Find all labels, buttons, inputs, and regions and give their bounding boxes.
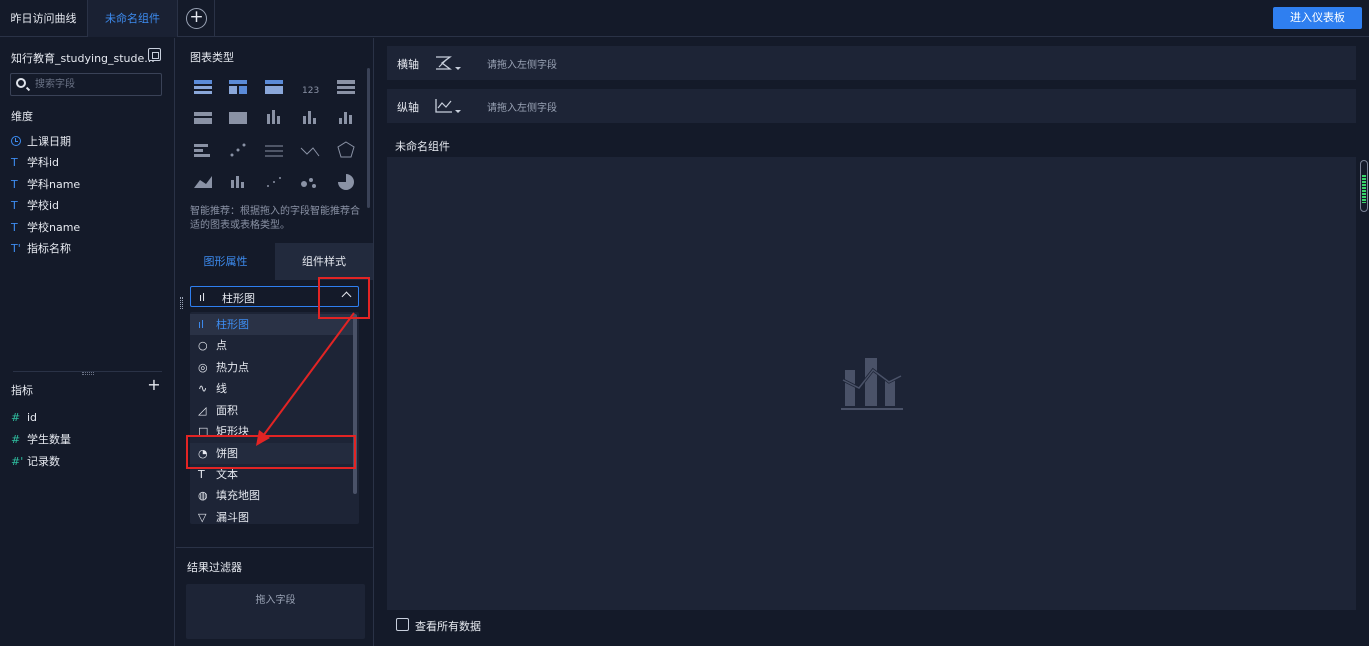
measure-field[interactable]: #' 记录数 <box>11 454 60 470</box>
bubble-icon <box>301 178 316 188</box>
y-axis-placeholder: 请拖入左侧字段 <box>487 103 557 114</box>
funnel-icon: ▽ <box>198 511 207 524</box>
multi-table-icon <box>194 112 212 124</box>
divider <box>176 547 373 548</box>
column-icon <box>339 112 352 124</box>
number-type-icon: #' <box>11 455 24 468</box>
scatter-line-icon <box>230 143 246 157</box>
dropdown-item-funnel[interactable]: ▽ 漏斗图 <box>190 507 354 524</box>
area-line-icon <box>300 147 320 157</box>
search-input[interactable] <box>35 76 155 93</box>
panel-resize-handle[interactable] <box>180 297 183 309</box>
chart-type-dropdown: ıl 柱形图 ○ 点 ◎ 热力点 ∿ 线 ◿ 面积 □ 矩形块 ◔ 饼图 T 文本 ◍ 填充地图 … <box>190 312 359 524</box>
detail-table-icon <box>265 80 283 94</box>
smart-recommend-text: 智能推荐：根据拖入的字段智能推荐合适的图表或表格类型。 <box>190 206 360 231</box>
bar-icon <box>303 111 316 124</box>
measure-field[interactable]: # id <box>11 410 37 426</box>
text-type-icon: T <box>11 221 18 234</box>
switch-dataset-icon[interactable] <box>148 48 161 61</box>
dropdown-item-area[interactable]: ◿ 面积 <box>190 400 354 421</box>
config-tabs: 图形属性 组件样式 <box>176 243 373 280</box>
y-axis-label: 纵轴 <box>397 101 419 114</box>
x-axis-label: 横轴 <box>397 58 419 71</box>
add-tab-button[interactable]: + <box>186 8 207 29</box>
view-all-data-label[interactable]: 查看所有数据 <box>415 618 481 634</box>
fill-map-icon: ◍ <box>198 489 208 502</box>
y-axis-drop-row[interactable]: 纵轴 请拖入左侧字段 <box>387 89 1356 123</box>
clock-icon <box>11 136 21 146</box>
tab-component-style[interactable]: 组件样式 <box>275 243 373 280</box>
area-icon: ◿ <box>198 404 207 417</box>
tab-yesterday-visits[interactable]: 昨日访问曲线 <box>0 0 88 37</box>
chart-types-title: 图表类型 <box>190 51 234 64</box>
chart-type-grid[interactable]: 123 <box>190 76 360 206</box>
selected-chart-label: 柱形图 <box>222 292 255 305</box>
field-panel: 知行教育_studying_stude... 维度 上课日期 T学科id T学科… <box>0 38 175 646</box>
bar-chart-icon: ıl <box>198 318 205 331</box>
text-type-icon: T <box>11 199 18 212</box>
dataset-title[interactable]: 知行教育_studying_stude... <box>11 50 155 66</box>
dimension-field[interactable]: T' 指标名称 <box>11 241 71 257</box>
search-icon <box>16 78 26 88</box>
view-all-data-checkbox[interactable] <box>396 618 409 631</box>
empty-chart-placeholder-icon <box>841 358 903 410</box>
component-title[interactable]: 未命名组件 <box>395 138 450 154</box>
scatter-icon <box>267 177 281 187</box>
dropdown-item-point[interactable]: ○ 点 <box>190 335 354 356</box>
add-measure-button[interactable]: + <box>147 377 161 393</box>
chart-canvas <box>387 157 1356 610</box>
dimension-field[interactable]: T 学科id <box>11 155 59 171</box>
dimension-field[interactable]: T 学校id <box>11 198 59 214</box>
table-type-icon <box>194 80 212 94</box>
number-type-icon: # <box>11 433 21 446</box>
drag-grip-icon[interactable] <box>82 372 94 375</box>
top-bar: 昨日访问曲线 未命名组件 + 进入仪表板 <box>0 0 1369 37</box>
bar-chart-icon: ıl <box>199 291 206 304</box>
text-type-icon: T <box>11 178 18 191</box>
measures-label: 指标 <box>11 384 33 397</box>
enter-dashboard-button[interactable]: 进入仪表板 <box>1273 7 1362 29</box>
dropdown-item-heat-point[interactable]: ◎ 热力点 <box>190 357 354 378</box>
tab-unnamed-component[interactable]: 未命名组件 <box>88 0 178 37</box>
annotation-highlight-pie <box>186 435 356 469</box>
radar-icon <box>337 141 355 158</box>
x-axis-placeholder: 请拖入左侧字段 <box>487 60 557 71</box>
heat-point-icon: ◎ <box>198 361 208 374</box>
cross-table-icon <box>229 80 247 94</box>
stacked-bar-icon <box>231 176 244 188</box>
divider <box>214 0 215 37</box>
horizontal-bar-icon <box>194 144 210 157</box>
canvas-scrollbar[interactable] <box>1360 160 1368 212</box>
x-axis-icon[interactable] <box>434 54 462 72</box>
measure-field[interactable]: # 学生数量 <box>11 432 71 448</box>
search-field[interactable] <box>10 73 162 96</box>
grouped-bar-icon <box>267 110 280 124</box>
grouped-table-icon <box>337 80 355 94</box>
line-icon: ∿ <box>198 382 208 395</box>
kpi-icon: 123 <box>302 86 319 96</box>
result-filter-title: 结果过滤器 <box>187 561 242 574</box>
tab-graph-properties[interactable]: 图形属性 <box>176 243 275 280</box>
text-type-icon: T <box>11 156 18 169</box>
number-type-icon: # <box>11 411 21 424</box>
filter-drop-zone[interactable]: 拖入字段 <box>186 584 365 639</box>
y-axis-icon[interactable] <box>434 97 462 115</box>
dimension-field[interactable]: 上课日期 <box>11 134 71 150</box>
x-axis-drop-row[interactable]: 横轴 请拖入左侧字段 <box>387 46 1356 80</box>
dimensions-label: 维度 <box>11 110 33 123</box>
dimension-field[interactable]: T 学科name <box>11 177 80 193</box>
annotation-highlight-dropdown <box>318 277 370 319</box>
dropdown-item-line[interactable]: ∿ 线 <box>190 378 354 399</box>
dropdown-item-fill-map[interactable]: ◍ 填充地图 <box>190 485 354 506</box>
dimension-field[interactable]: T 学校name <box>11 220 80 236</box>
multi-line-icon <box>265 145 283 157</box>
chart-config-panel: 图表类型 123 智能推荐：根据拖入的字段智能推荐合适的图表或表格类型。 图形属… <box>176 38 374 646</box>
chart-grid-scrollbar[interactable] <box>367 68 370 208</box>
heatmap-icon <box>229 112 247 124</box>
point-icon: ○ <box>198 339 208 352</box>
area-icon <box>194 176 212 188</box>
pie-chart-icon <box>338 174 354 190</box>
text-type-icon: T' <box>11 242 21 255</box>
